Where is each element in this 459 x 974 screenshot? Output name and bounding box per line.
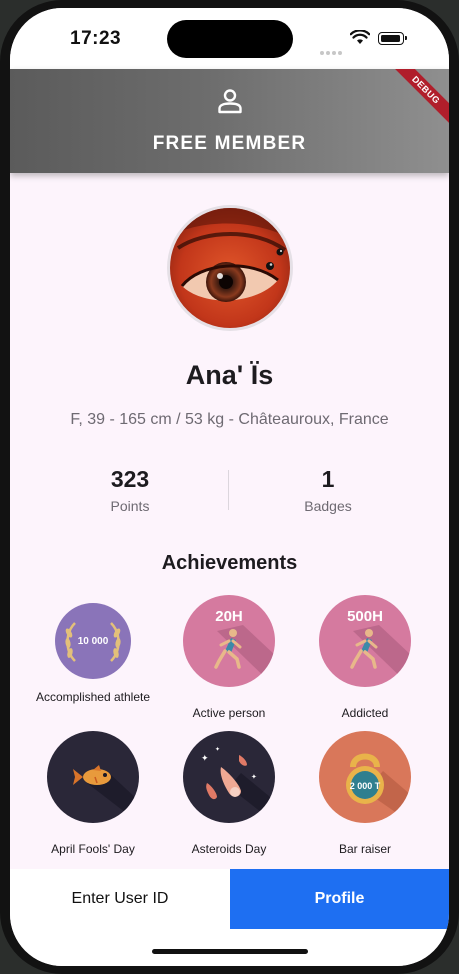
badge-bar-raiser[interactable]: 2 000 T Bar raiser [300, 731, 430, 861]
status-bar: 17:23 [10, 8, 449, 69]
badge-april-fools-day[interactable]: April Fools' Day [28, 731, 158, 861]
achievements-title: Achievements [161, 552, 298, 574]
dynamic-island [167, 20, 293, 58]
enter-user-id-button[interactable]: Enter User ID [10, 869, 230, 929]
badge-label: Addicted [341, 706, 389, 720]
app-bar: FREE MEMBER DEBUG [10, 69, 449, 173]
badges-label: Badges [304, 498, 352, 514]
home-indicator[interactable] [152, 949, 308, 954]
badge-icon-text: 10 000 [78, 636, 109, 647]
profile-info: F, 39 - 165 cm / 53 kg - Châteauroux, Fr… [70, 411, 389, 428]
badges-stat: 1 Badges [238, 466, 418, 514]
runner-icon: 500H [319, 595, 411, 687]
status-time: 17:23 [70, 28, 122, 49]
fish-icon [47, 731, 139, 823]
badge-label: April Fools' Day [51, 842, 135, 856]
badge-label: Active person [192, 706, 266, 720]
badge-asteroids-day[interactable]: ✦ ✦ ✦ Asteroids Day [164, 731, 294, 861]
avatar[interactable] [167, 205, 293, 331]
badges-value: 1 [321, 466, 335, 492]
badge-icon-text: 500H [347, 608, 383, 625]
cellular-signal-icon [320, 42, 344, 60]
runner-icon: 20H [183, 595, 275, 687]
badge-icon-text: 2 000 T [350, 781, 381, 791]
badge-active-person[interactable]: 20H Active person [164, 595, 294, 725]
profile-button[interactable]: Profile [230, 869, 449, 929]
laurel-badge-icon: 10 000 [55, 603, 131, 679]
svg-text:✦: ✦ [251, 773, 257, 781]
profile-name: Ana' Ïs [185, 360, 274, 390]
debug-banner: DEBUG [389, 69, 449, 127]
stats-divider [228, 470, 229, 510]
page-title: FREE MEMBER [152, 133, 307, 154]
person-icon [216, 87, 244, 120]
asteroid-icon: ✦ ✦ ✦ [183, 731, 275, 823]
avatar-image [170, 208, 290, 328]
kettlebell-icon: 2 000 T [319, 731, 411, 823]
badge-label: Asteroids Day [191, 842, 267, 856]
phone-frame: 17:23 FREE MEMBER DEBUG Ana' Ïs F, 39 - … [0, 0, 459, 974]
svg-text:✦: ✦ [215, 746, 220, 753]
badge-accomplished-athlete[interactable]: 10 000 Accomplished athlete [28, 595, 158, 725]
bottom-nav: Enter User ID Profile [10, 869, 449, 929]
screen: 17:23 FREE MEMBER DEBUG Ana' Ïs F, 39 - … [10, 8, 449, 966]
wifi-icon [349, 29, 371, 50]
badge-label: Bar raiser [338, 842, 391, 856]
home-area [10, 929, 449, 966]
points-value: 323 [110, 466, 150, 492]
points-label: Points [110, 498, 150, 514]
svg-text:✦: ✦ [201, 754, 209, 764]
badge-label: Accomplished athlete [35, 690, 151, 704]
badge-icon-text: 20H [215, 608, 243, 625]
points-stat: 323 Points [40, 466, 220, 514]
badge-addicted[interactable]: 500H Addicted [300, 595, 430, 725]
battery-icon [378, 32, 407, 45]
